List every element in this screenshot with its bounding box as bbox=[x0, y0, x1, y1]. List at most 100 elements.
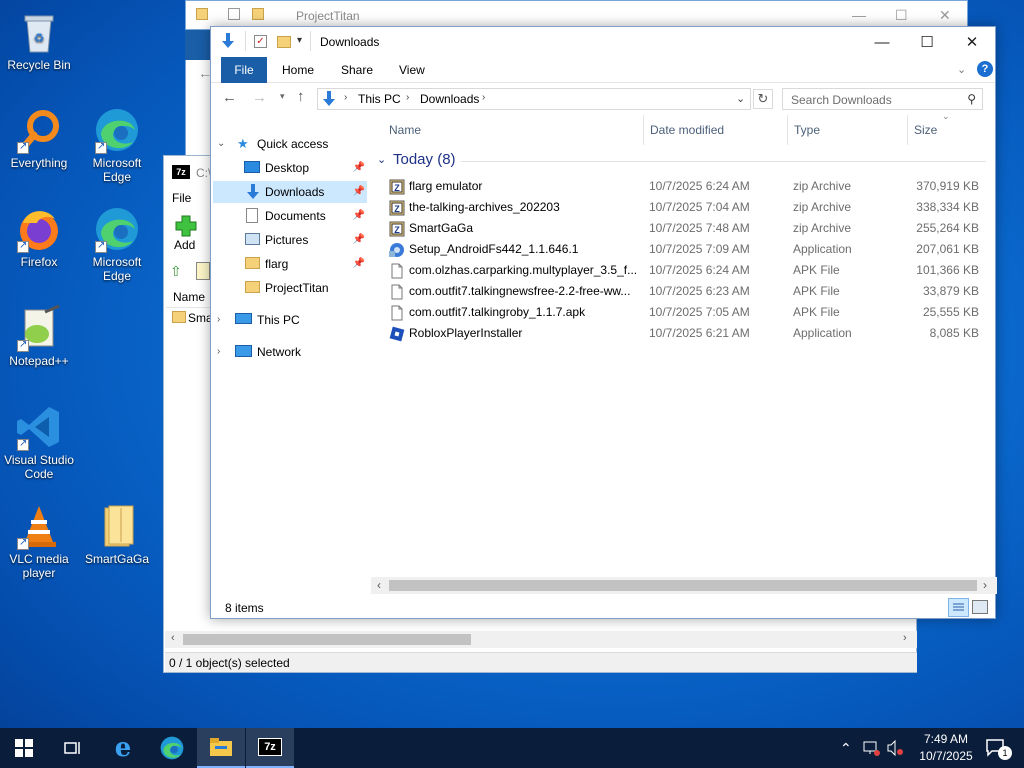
scroll-right-icon[interactable]: › bbox=[903, 632, 907, 644]
address-dropdown-icon[interactable]: ⌄ bbox=[736, 92, 745, 105]
address-bar[interactable]: › This PC › Downloads › ⌄ bbox=[317, 88, 751, 110]
new-folder-icon[interactable] bbox=[277, 36, 291, 48]
column-header-name[interactable]: Name bbox=[389, 119, 421, 141]
taskbar-explorer-button[interactable] bbox=[197, 728, 245, 768]
breadcrumb-chevron-icon[interactable]: › bbox=[344, 92, 347, 103]
add-icon[interactable] bbox=[174, 214, 198, 238]
nav-flarg[interactable]: flarg 📌 bbox=[213, 253, 367, 275]
downloads-explorer-window[interactable]: ✓ ▾ Downloads — ☐ ✕ File Home Share View… bbox=[210, 26, 997, 619]
group-header-today[interactable]: Today (8) bbox=[393, 151, 456, 168]
minimize-button[interactable]: — bbox=[859, 27, 905, 57]
nav-documents[interactable]: Documents 📌 bbox=[213, 205, 367, 227]
sevenzip-name-column[interactable]: Name bbox=[166, 286, 210, 308]
start-button[interactable] bbox=[0, 728, 48, 768]
pin-icon[interactable]: 📌 bbox=[353, 229, 365, 251]
desktop-icon-recycle-bin[interactable]: ♻ Recycle Bin bbox=[1, 8, 77, 72]
minimize-icon[interactable]: — bbox=[852, 7, 866, 23]
add-button-label[interactable]: Add bbox=[174, 238, 195, 252]
help-icon[interactable]: ? bbox=[977, 61, 993, 77]
scroll-left-icon[interactable]: ‹ bbox=[377, 578, 381, 592]
close-button[interactable]: ✕ bbox=[949, 27, 995, 57]
tab-view[interactable]: View bbox=[385, 57, 439, 83]
pin-icon[interactable]: 📌 bbox=[353, 205, 365, 227]
files-hscrollbar[interactable]: ‹ › bbox=[371, 577, 997, 594]
recent-locations-icon[interactable]: ▾ bbox=[280, 91, 285, 102]
collapse-group-icon[interactable]: ⌄ bbox=[377, 153, 386, 166]
large-icons-view-icon[interactable] bbox=[972, 600, 988, 614]
taskbar-7zip-button[interactable]: 7z bbox=[246, 728, 294, 768]
desktop-icon-vlc[interactable]: VLC media player bbox=[1, 502, 77, 580]
up-folder-icon[interactable]: ⇧ bbox=[170, 263, 182, 280]
expand-chevron-icon[interactable]: › bbox=[217, 341, 220, 363]
network-status-icon[interactable] bbox=[862, 740, 880, 759]
refresh-icon[interactable]: ↻ bbox=[753, 89, 773, 109]
pin-icon[interactable]: 📌 bbox=[353, 181, 365, 203]
maximize-button[interactable]: ☐ bbox=[904, 27, 950, 57]
breadcrumb-chevron-icon[interactable]: › bbox=[406, 92, 409, 103]
file-row[interactable]: com.outfit7.talkingroby_1.1.7.apk 10/7/2… bbox=[387, 302, 987, 323]
tab-file[interactable]: File bbox=[221, 57, 267, 83]
action-center-button[interactable]: 1 bbox=[976, 728, 1016, 768]
sevenzip-hscrollbar[interactable]: ‹ › bbox=[165, 631, 917, 648]
nav-projecttitan[interactable]: ProjectTitan bbox=[213, 277, 367, 299]
show-hidden-icons[interactable]: ⌃ bbox=[840, 740, 852, 757]
column-header-type[interactable]: Type bbox=[794, 119, 820, 141]
nav-desktop[interactable]: Desktop 📌 bbox=[213, 157, 367, 179]
breadcrumb-this-pc[interactable]: This PC bbox=[358, 92, 401, 106]
column-header-date[interactable]: Date modified bbox=[650, 119, 724, 141]
task-view-button[interactable] bbox=[48, 728, 96, 768]
maximize-icon[interactable]: ☐ bbox=[895, 7, 908, 24]
file-row[interactable]: Z the-talking-archives_202203 10/7/2025 … bbox=[387, 197, 987, 218]
projecttitan-file-tab[interactable] bbox=[185, 30, 211, 60]
file-name: the-talking-archives_202203 bbox=[409, 200, 560, 214]
pin-icon[interactable]: 📌 bbox=[353, 157, 365, 179]
sevenzip-row-name[interactable]: Sma bbox=[188, 311, 213, 325]
system-clock[interactable]: 7:49 AM 10/7/2025 bbox=[912, 731, 980, 765]
close-icon[interactable]: ✕ bbox=[939, 7, 951, 24]
desktop-icon-everything[interactable]: Everything bbox=[1, 106, 77, 170]
nav-pictures[interactable]: Pictures 📌 bbox=[213, 229, 367, 251]
tab-share[interactable]: Share bbox=[327, 57, 387, 83]
expand-ribbon-icon[interactable]: ⌄ bbox=[957, 63, 966, 76]
forward-icon[interactable]: → bbox=[252, 89, 267, 106]
file-row[interactable]: com.outfit7.talkingnewsfree-2.2-free-ww.… bbox=[387, 281, 987, 302]
volume-muted-icon[interactable] bbox=[886, 739, 904, 759]
sevenzip-menu-file[interactable]: File bbox=[172, 191, 191, 205]
scroll-thumb[interactable] bbox=[183, 634, 471, 645]
expand-chevron-icon[interactable]: › bbox=[217, 309, 220, 331]
breadcrumb-downloads[interactable]: Downloads bbox=[420, 92, 479, 106]
scroll-right-icon[interactable]: › bbox=[983, 578, 987, 592]
nav-this-pc[interactable]: › This PC bbox=[217, 309, 367, 331]
details-view-icon[interactable] bbox=[948, 598, 969, 617]
file-row[interactable]: Z SmartGaGa 10/7/2025 7:48 AM zip Archiv… bbox=[387, 218, 987, 239]
file-row[interactable]: Z flarg emulator 10/7/2025 6:24 AM zip A… bbox=[387, 176, 987, 197]
desktop-icon-smartgaga[interactable]: SmartGaGa bbox=[79, 502, 155, 566]
up-icon[interactable]: ↑ bbox=[297, 88, 305, 105]
taskbar-edge-button[interactable] bbox=[148, 728, 196, 768]
desktop-icon-firefox[interactable]: Firefox bbox=[1, 205, 77, 269]
desktop-icon-edge-1[interactable]: Microsoft Edge bbox=[79, 106, 155, 184]
tab-home[interactable]: Home bbox=[268, 57, 328, 83]
expand-chevron-icon[interactable]: ⌄ bbox=[217, 133, 225, 155]
search-input[interactable]: Search Downloads ⚲ bbox=[782, 88, 983, 110]
nav-label: Network bbox=[257, 345, 302, 359]
file-row[interactable]: Setup_AndroidFs442_1.1.646.1 10/7/2025 7… bbox=[387, 239, 987, 260]
customize-toolbar-icon[interactable]: ▾ bbox=[297, 35, 302, 46]
nav-quick-access[interactable]: ⌄ ★ Quick access bbox=[217, 133, 367, 155]
taskbar-ie-button[interactable]: e bbox=[99, 728, 147, 768]
back-icon[interactable]: ← bbox=[222, 89, 237, 106]
pin-icon[interactable]: 📌 bbox=[353, 253, 365, 275]
desktop-icon-notepadpp[interactable]: Notepad++ bbox=[1, 304, 77, 368]
nav-downloads[interactable]: Downloads 📌 bbox=[213, 181, 367, 203]
properties-icon[interactable]: ✓ bbox=[254, 35, 267, 48]
scroll-left-icon[interactable]: ‹ bbox=[171, 632, 175, 644]
file-row[interactable]: com.olzhas.carparking.multyplayer_3.5_f.… bbox=[387, 260, 987, 281]
desktop-icon-vscode[interactable]: Visual Studio Code bbox=[1, 403, 77, 481]
column-header-size[interactable]: Size bbox=[914, 119, 937, 141]
titlebar[interactable]: ✓ ▾ Downloads — ☐ ✕ bbox=[211, 27, 995, 57]
desktop-icon-edge-2[interactable]: Microsoft Edge bbox=[79, 205, 155, 283]
scroll-thumb[interactable] bbox=[389, 580, 977, 591]
file-row[interactable]: RobloxPlayerInstaller 10/7/2025 6:21 AM … bbox=[387, 323, 987, 344]
breadcrumb-chevron-icon[interactable]: › bbox=[482, 92, 485, 103]
nav-network[interactable]: › Network bbox=[217, 341, 367, 363]
